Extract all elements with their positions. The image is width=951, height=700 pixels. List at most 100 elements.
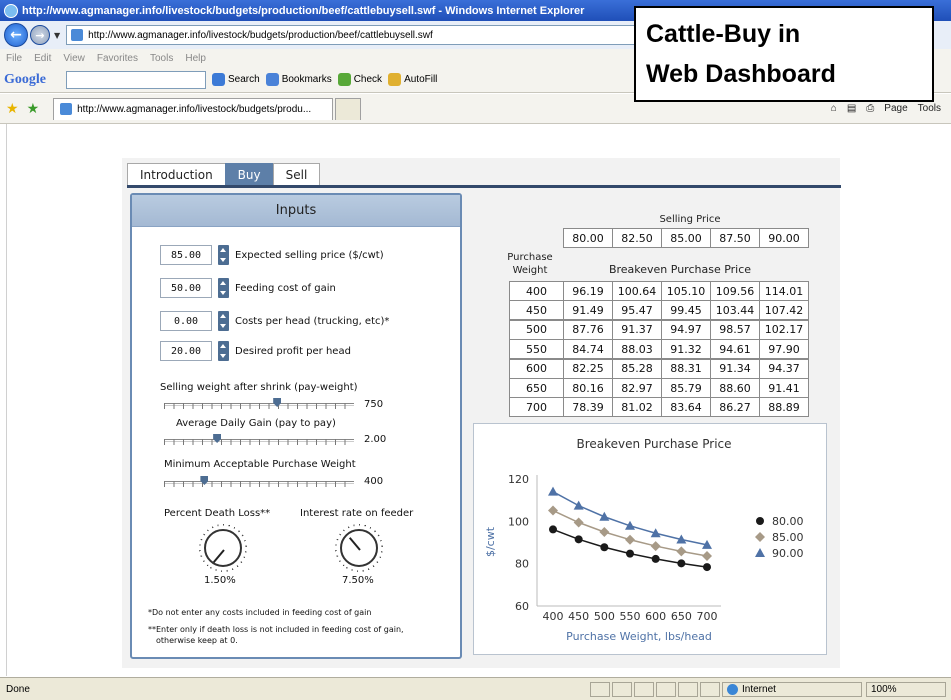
costs-per-head-stepper[interactable] [218, 311, 229, 331]
page-icon [71, 29, 84, 41]
menu-view[interactable]: View [63, 53, 85, 64]
status-segment [700, 682, 720, 697]
death-loss-label: Percent Death Loss** [164, 508, 271, 519]
y-tick-label: 120 [508, 473, 529, 486]
status-bar: Done Internet 100% [0, 677, 951, 700]
breakeven-cell: 114.01 [759, 281, 809, 301]
selling-weight-value: 750 [364, 399, 384, 410]
breakeven-cell: 94.61 [710, 339, 760, 360]
costs-per-head-input[interactable]: 0.00 [160, 311, 212, 331]
x-tick-label: 500 [594, 610, 615, 623]
data-point [549, 525, 557, 534]
breakeven-cell: 109.56 [710, 281, 760, 301]
autofill-button[interactable]: AutoFill [388, 73, 437, 86]
history-dropdown-icon[interactable]: ▼ [54, 31, 60, 40]
tools-menu[interactable]: Tools [918, 103, 941, 114]
tab-buy[interactable]: Buy [224, 163, 274, 185]
caption-line-2: Web Dashboard [646, 60, 836, 88]
selling-price-cell: 87.50 [710, 228, 760, 248]
purchase-weight-cell: 400 [509, 281, 564, 301]
command-bar: ⌂ ▤ ⎙ Page Tools [831, 103, 951, 114]
death-loss-value: 1.50% [204, 575, 236, 586]
menu-tools[interactable]: Tools [150, 53, 173, 64]
data-point [548, 505, 558, 516]
status-segment [590, 682, 610, 697]
knob-ticks [199, 524, 247, 572]
page-menu[interactable]: Page [884, 103, 907, 114]
costs-per-head-label: Costs per head (trucking, etc)* [235, 315, 390, 327]
menu-edit[interactable]: Edit [34, 53, 51, 64]
feeds-icon[interactable]: ▤ [847, 103, 856, 114]
menu-help[interactable]: Help [185, 53, 206, 64]
google-logo: Google [4, 71, 46, 87]
add-favorites-icon[interactable]: ★ [27, 100, 40, 117]
data-point [573, 517, 584, 528]
selling-price-stepper[interactable] [218, 245, 229, 265]
home-icon[interactable]: ⌂ [831, 103, 837, 114]
slider-ticks [164, 439, 354, 445]
globe-icon [727, 684, 738, 695]
menu-favorites[interactable]: Favorites [97, 53, 138, 64]
tab-page-icon [60, 103, 73, 115]
purchase-weight-cell: 700 [509, 397, 564, 418]
desired-profit-input[interactable]: 20.00 [160, 341, 212, 361]
forward-icon[interactable]: → [30, 25, 50, 45]
breakeven-cell: 99.45 [661, 300, 711, 321]
data-point [626, 549, 634, 558]
data-point [650, 541, 661, 552]
desired-profit-row: 20.00 Desired profit per head [160, 341, 351, 361]
address-bar[interactable]: http://www.agmanager.info/livestock/budg… [66, 25, 657, 45]
browser-tab[interactable]: http://www.agmanager.info/livestock/budg… [53, 97, 334, 120]
back-icon[interactable]: ← [4, 23, 28, 47]
breakeven-cell: 96.19 [563, 281, 613, 301]
google-search-button[interactable]: Search [212, 73, 260, 86]
slider-ticks [164, 481, 354, 487]
death-loss-knob[interactable] [199, 524, 247, 572]
tab-sell[interactable]: Sell [272, 163, 321, 185]
search-label: Search [228, 74, 260, 85]
breakeven-cell: 88.89 [759, 397, 809, 418]
caption-overlay: Cattle-Buy in Web Dashboard [634, 6, 934, 102]
data-point [573, 500, 584, 510]
breakeven-cell: 81.02 [612, 397, 662, 418]
selling-price-row: 85.00 Expected selling price ($/cwt) [160, 245, 384, 265]
min-weight-slider[interactable] [164, 476, 354, 489]
tab-introduction[interactable]: Introduction [127, 163, 226, 185]
costs-per-head-row: 0.00 Costs per head (trucking, etc)* [160, 311, 389, 331]
zoom-control[interactable]: 100% [866, 682, 946, 697]
bookmarks-button[interactable]: Bookmarks [265, 73, 332, 86]
breakeven-cell: 91.37 [612, 319, 662, 340]
selling-price-cell: 82.50 [612, 228, 662, 248]
new-tab-button[interactable] [335, 97, 362, 120]
zoom-label: 100% [871, 684, 897, 695]
breakeven-cell: 87.76 [563, 319, 613, 340]
breakeven-cell: 80.16 [563, 378, 613, 398]
status-segment [612, 682, 632, 697]
adg-label: Average Daily Gain (pay to pay) [176, 418, 336, 429]
spellcheck-button[interactable]: Check [337, 73, 382, 86]
selling-price-input[interactable]: 85.00 [160, 245, 212, 265]
print-icon[interactable]: ⎙ [866, 103, 874, 114]
google-search-input[interactable] [66, 70, 206, 89]
favorites-star-icon[interactable]: ★ [6, 100, 19, 117]
caption-line-1: Cattle-Buy in [646, 20, 801, 48]
legend-marker [755, 548, 765, 557]
menu-file[interactable]: File [6, 53, 22, 64]
selling-weight-slider[interactable] [164, 398, 354, 411]
breakeven-cell: 105.10 [661, 281, 711, 301]
x-tick-label: 550 [620, 610, 641, 623]
interest-rate-knob[interactable] [335, 524, 383, 572]
desired-profit-stepper[interactable] [218, 341, 229, 361]
legend-marker [755, 532, 765, 542]
data-point [702, 550, 712, 561]
feeding-cost-input[interactable]: 50.00 [160, 278, 212, 298]
status-segment [656, 682, 676, 697]
y-tick-label: 80 [515, 558, 529, 571]
security-zone: Internet [722, 682, 862, 697]
adg-slider[interactable] [164, 434, 354, 447]
breakeven-cell: 91.32 [661, 339, 711, 360]
feeding-cost-stepper[interactable] [218, 278, 229, 298]
breakeven-cell: 94.37 [759, 358, 809, 379]
data-point [703, 563, 711, 572]
star-bookmark-icon [265, 73, 279, 86]
